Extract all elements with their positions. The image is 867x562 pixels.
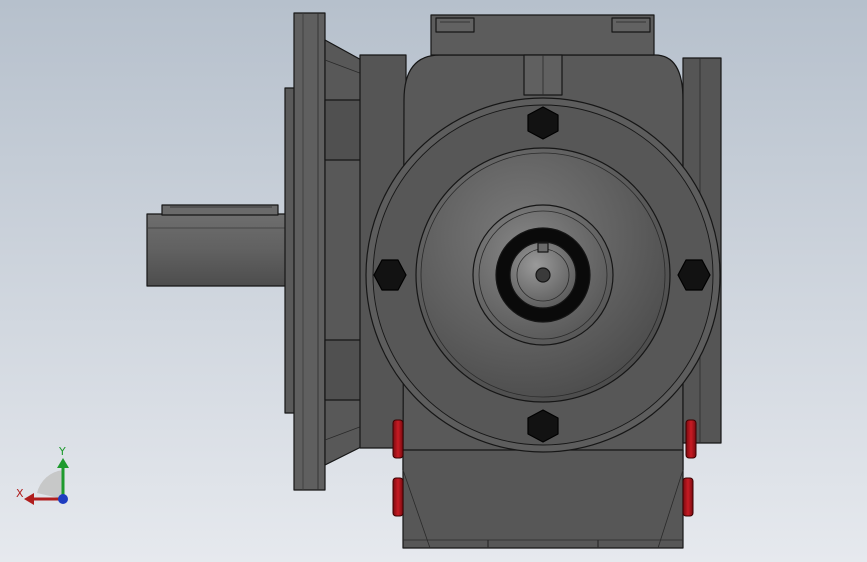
- input-shaft: [146, 204, 288, 287]
- triad-x-label: X: [16, 487, 24, 500]
- triad-z-axis: [58, 494, 68, 504]
- output-flange: [365, 97, 721, 453]
- triad-y-label: Y: [58, 445, 66, 458]
- cad-3d-viewport[interactable]: Y X: [0, 0, 867, 562]
